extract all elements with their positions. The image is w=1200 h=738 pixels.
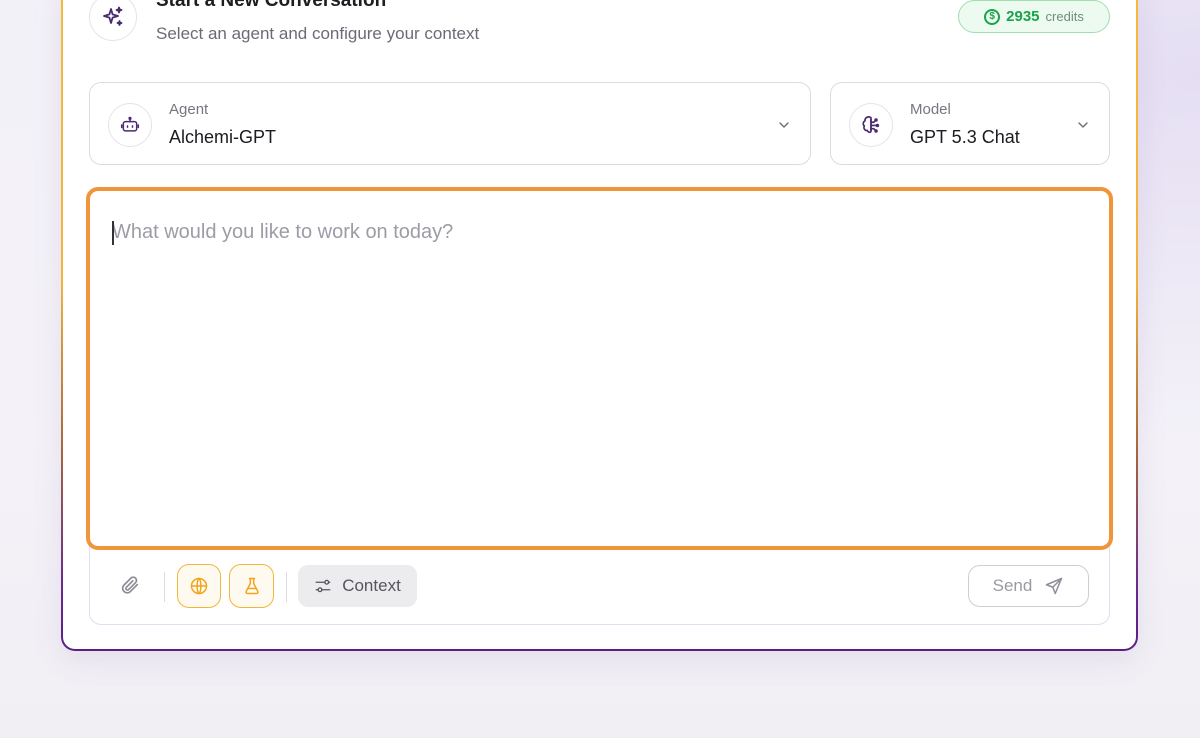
send-button[interactable]: Send [968, 565, 1089, 607]
send-label: Send [992, 576, 1033, 595]
agent-select[interactable]: Agent Alchemi-GPT [89, 82, 811, 165]
credits-value: 2935 [1006, 8, 1040, 25]
send-icon [1044, 576, 1064, 596]
composer-toolbar: Context Send [89, 556, 1110, 616]
text-caret [112, 221, 114, 245]
context-button[interactable]: Context [298, 565, 417, 607]
credits-label: credits [1045, 9, 1084, 24]
paperclip-icon[interactable] [117, 570, 143, 600]
context-label: Context [342, 576, 401, 595]
page-title: Start a New Conversation [156, 0, 387, 11]
page-subtitle: Select an agent and configure your conte… [156, 24, 480, 43]
flask-icon [242, 576, 262, 596]
brain-icon [849, 103, 893, 147]
research-button[interactable] [229, 564, 274, 608]
prompt-input-frame [86, 187, 1113, 550]
prompt-input[interactable] [110, 219, 1089, 526]
agent-caption: Agent [169, 101, 209, 118]
agent-value: Alchemi-GPT [169, 127, 277, 147]
globe-icon [189, 576, 209, 596]
robot-icon [108, 103, 152, 147]
chevron-down-icon [776, 117, 792, 138]
model-caption: Model [910, 101, 951, 118]
sliders-icon [314, 577, 332, 595]
credits-badge: $ 2935 credits [958, 0, 1110, 33]
model-select[interactable]: Model GPT 5.3 Chat [830, 82, 1110, 165]
toolbar-divider [164, 572, 165, 602]
web-search-button[interactable] [177, 564, 221, 608]
chevron-down-icon [1075, 117, 1091, 138]
coin-icon: $ [984, 8, 1001, 25]
model-value: GPT 5.3 Chat [910, 127, 1020, 147]
toolbar-divider [286, 572, 287, 602]
